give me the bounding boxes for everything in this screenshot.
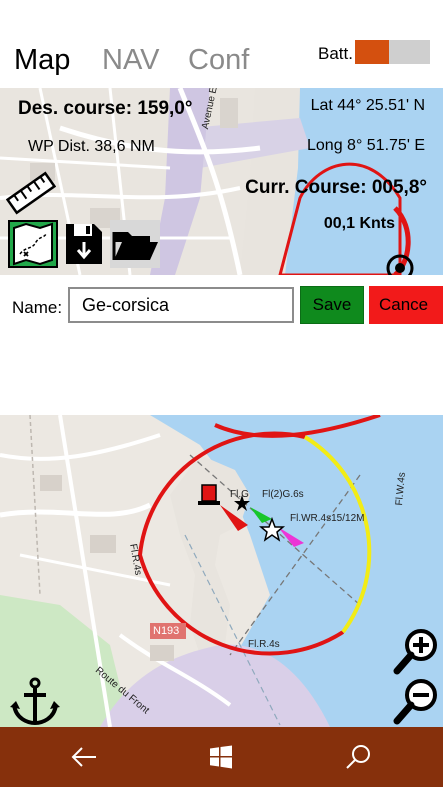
save-download-icon[interactable] (62, 220, 108, 268)
desired-course: Des. course: 159,0° (18, 98, 193, 119)
light-label-fl2g: Fl(2)G.6s (262, 489, 304, 500)
save-button[interactable]: Save (300, 286, 364, 324)
battery-bar (355, 40, 430, 64)
route-name-input[interactable] (68, 287, 294, 323)
chart-map[interactable]: Fl.G Fl(2)G.6s Fl.WR.4s15/12M Fl.R.4s Fl… (0, 415, 443, 727)
windows-icon[interactable] (191, 727, 251, 787)
name-label: Name: (12, 298, 63, 317)
speed: 00,1 Knts (323, 215, 395, 232)
waypoint-distance: WP Dist. 38,6 NM (28, 138, 155, 155)
tab-header: Map NAV Conf Batt. (0, 0, 443, 88)
light-label-fl-g: Fl.G (230, 489, 249, 500)
search-icon[interactable] (328, 727, 388, 787)
longitude: Long 8° 51.75' E (307, 137, 425, 154)
ruler-icon[interactable] (5, 168, 57, 218)
folder-open-icon[interactable] (110, 220, 160, 268)
tab-conf[interactable]: Conf (188, 44, 249, 77)
map-icon[interactable] (8, 220, 58, 268)
current-course: Curr. Course: 005,8° (245, 177, 427, 198)
light-label-flr-bottom: Fl.R.4s (248, 639, 280, 650)
harbor-map-background (0, 415, 443, 727)
light-label-flwr: Fl.WR.4s15/12M (290, 513, 365, 524)
tab-nav[interactable]: NAV (102, 44, 159, 77)
tab-map[interactable]: Map (14, 44, 70, 77)
zoom-in-icon[interactable] (393, 627, 439, 675)
battery-label: Batt. (318, 44, 353, 63)
system-navbar (0, 727, 443, 787)
battery-fill (355, 40, 389, 64)
cancel-button[interactable]: Cance (369, 286, 443, 324)
back-arrow-icon[interactable] (54, 727, 114, 787)
road-label-n193: N193 (153, 625, 180, 637)
anchor-icon[interactable] (8, 677, 62, 727)
latitude: Lat 44° 25.51' N (310, 97, 425, 114)
zoom-out-icon[interactable] (393, 677, 439, 725)
